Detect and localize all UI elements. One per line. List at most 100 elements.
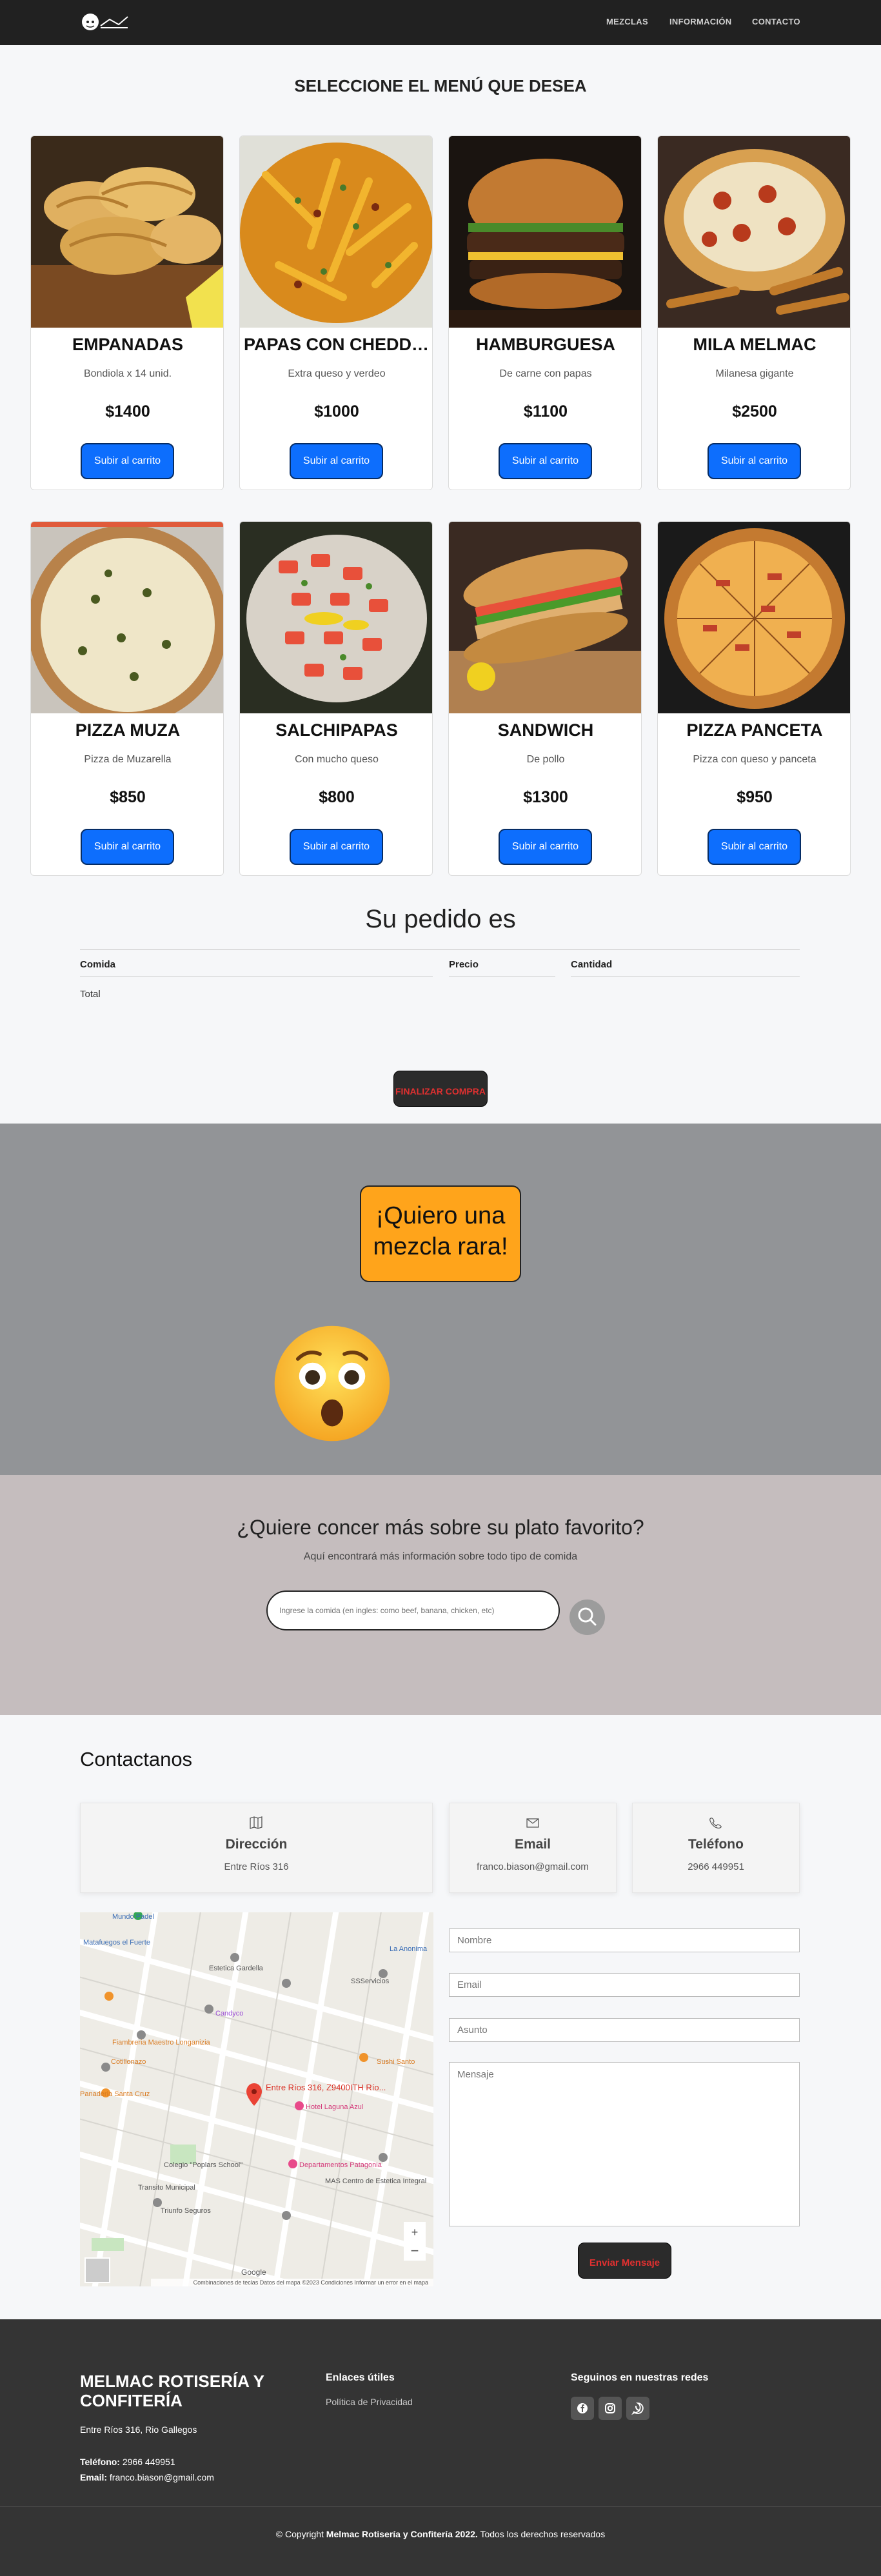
facebook-button[interactable] — [571, 2397, 594, 2420]
food-search-input[interactable] — [266, 1590, 560, 1630]
zoom-in-icon[interactable]: + — [411, 2226, 419, 2239]
astonished-face-icon — [274, 1325, 390, 1442]
menu-card-sandwich: SANDWICH De pollo $1300 Subir al carrito — [448, 521, 642, 876]
map-label: Mundo Padel — [112, 1913, 154, 1921]
menu-card-pizza-muza: PIZZA MUZA Pizza de Muzarella $850 Subir… — [30, 521, 224, 876]
pizza-panceta-photo — [658, 522, 850, 713]
instagram-button[interactable] — [599, 2397, 622, 2420]
menu-item-desc: Pizza con queso y panceta — [693, 754, 817, 765]
menu-item-price: $1400 — [105, 402, 150, 421]
menu-item-desc: Bondiola x 14 unid. — [83, 368, 172, 379]
map-label: MAS Centro de Estetica Integral — [325, 2177, 426, 2185]
search-title: ¿Quiere concer más sobre su plato favori… — [237, 1516, 644, 1539]
map-label: Panaderia Santa Cruz — [80, 2090, 150, 2098]
map-footer: Combinaciones de teclas Datos del mapa ©… — [193, 2279, 428, 2286]
empanadas-photo — [31, 136, 223, 328]
whatsapp-button[interactable] — [626, 2397, 649, 2420]
nav-informacion[interactable]: INFORMACIÓN — [669, 17, 731, 26]
phone-icon — [709, 1818, 722, 1829]
map-label: Fiambreria Maestro Longanizia — [112, 2039, 211, 2046]
footer-email-label: Email: — [80, 2472, 108, 2482]
footer-brand: MELMAC ROTISERÍA Y CONFITERÍA — [80, 2372, 264, 2410]
map-label: Estetica Gardella — [209, 1965, 264, 1972]
contact-box-value: Entre Ríos 316 — [224, 1861, 289, 1872]
map-label: Transito Municipal — [138, 2184, 195, 2192]
whatsapp-icon — [631, 2403, 644, 2415]
finalizar-compra-button[interactable]: FINALIZAR COMPRA — [393, 1071, 488, 1107]
mensaje-field[interactable] — [449, 2062, 800, 2226]
map-label: La Anonima — [390, 1945, 428, 1953]
mezcla-rara-button[interactable]: ¡Quiero una mezcla rara! — [360, 1185, 521, 1282]
add-to-cart-button[interactable]: Subir al carrito — [708, 829, 801, 865]
footer-phone-label: Teléfono: — [80, 2457, 120, 2467]
menu-card-mila-melmac: MILA MELMAC Milanesa gigante $2500 Subir… — [657, 135, 851, 490]
menu-card-salchipapas: SALCHIPAPAS Con mucho queso $800 Subir a… — [239, 521, 433, 876]
menu-item-desc: Milanesa gigante — [715, 368, 794, 379]
map-label: Sushi Santo — [377, 2058, 415, 2066]
menu-item-price: $1100 — [523, 402, 568, 421]
menu-item-name: MILA MELMAC — [693, 335, 817, 354]
nav-mezclas[interactable]: MEZCLAS — [606, 17, 648, 26]
contact-title: Contactanos — [80, 1748, 193, 1770]
contact-box-title: Teléfono — [688, 1837, 744, 1852]
menu-item-desc: De pollo — [526, 754, 565, 765]
menu-card-empanadas: EMPANADAS Bondiola x 14 unid. $1400 Subi… — [30, 135, 224, 490]
contact-box-email: Email franco.biason@gmail.com — [449, 1803, 617, 1893]
order-title: Su pedido es — [365, 905, 516, 933]
map-label: Colegio "Poplars School" — [164, 2161, 243, 2169]
menu-title: SELECCIONE EL MENÚ QUE DESEA — [294, 76, 587, 95]
copyright-suffix: Todos los derechos reservados — [480, 2529, 606, 2539]
add-to-cart-button[interactable]: Subir al carrito — [290, 829, 383, 865]
menu-item-name: HAMBURGUESA — [476, 335, 615, 354]
map-label: Departamentos Patagonia — [299, 2161, 382, 2169]
asunto-field[interactable] — [449, 2018, 800, 2042]
add-to-cart-button[interactable]: Subir al carrito — [81, 443, 174, 479]
order-header-rule — [571, 976, 800, 977]
instagram-icon — [605, 2403, 615, 2413]
order-col-cantidad: Cantidad — [571, 959, 613, 970]
email-field[interactable] — [449, 1973, 800, 1997]
menu-item-name: EMPANADAS — [72, 335, 183, 354]
nav-contacto[interactable]: CONTACTO — [752, 17, 800, 26]
order-col-comida: Comida — [80, 959, 116, 970]
order-total-label: Total — [80, 989, 101, 1000]
menu-item-price: $850 — [110, 788, 146, 806]
pizza-muza-photo — [31, 522, 223, 713]
menu-item-name: PAPAS CON CHEDDAR — [244, 335, 433, 354]
melmac-logo[interactable] — [80, 9, 132, 35]
location-map[interactable]: Entre Ríos 316, Z9400ITH Río... Mundo Pa… — [80, 1912, 433, 2286]
map-icon — [250, 1816, 262, 1829]
add-to-cart-button[interactable]: Subir al carrito — [81, 829, 174, 865]
menu-item-desc: Pizza de Muzarella — [84, 754, 172, 765]
menu-item-desc: Extra queso y verdeo — [288, 368, 386, 379]
add-to-cart-button[interactable]: Subir al carrito — [708, 443, 801, 479]
google-logo: Google — [241, 2268, 266, 2277]
papas-cheddar-photo — [240, 136, 432, 328]
add-to-cart-button[interactable]: Subir al carrito — [499, 829, 592, 865]
map-label: Candyco — [215, 2010, 243, 2017]
search-button[interactable] — [569, 1600, 605, 1635]
add-to-cart-button[interactable]: Subir al carrito — [290, 443, 383, 479]
enviar-mensaje-button[interactable]: Enviar Mensaje — [578, 2243, 671, 2279]
menu-item-name: PIZZA MUZA — [75, 720, 181, 740]
map-canvas: Entre Ríos 316, Z9400ITH Río... Mundo Pa… — [80, 1912, 433, 2286]
privacy-policy-link[interactable]: Política de Privacidad — [326, 2397, 413, 2407]
map-satellite-toggle[interactable] — [84, 2257, 110, 2283]
nombre-field[interactable] — [449, 1928, 800, 1952]
copyright-prefix: © Copyright — [275, 2529, 324, 2539]
menu-item-price: $2500 — [732, 402, 777, 421]
footer-social-title: Seguinos en nuestras redes — [571, 2372, 709, 2383]
copyright-brand: Melmac Rotisería y Confitería 2022. — [326, 2529, 478, 2539]
envelope-icon — [526, 1818, 539, 1828]
footer-phone-row: Teléfono: 2966 449951 — [80, 2457, 175, 2467]
search-icon — [578, 1607, 597, 1626]
mezcla-rara-section — [0, 1124, 881, 1475]
footer-email: franco.biason@gmail.com — [109, 2472, 214, 2482]
add-to-cart-button[interactable]: Subir al carrito — [499, 443, 592, 479]
menu-card-hamburguesa: HAMBURGUESA De carne con papas $1100 Sub… — [448, 135, 642, 490]
zoom-out-icon[interactable]: − — [411, 2243, 419, 2259]
map-label: Cotillonazo — [111, 2058, 146, 2066]
footer-divider — [0, 2506, 881, 2507]
map-label: Hotel Laguna Azul — [306, 2103, 363, 2111]
menu-card-pizza-panceta: PIZZA PANCETA Pizza con queso y panceta … — [657, 521, 851, 876]
